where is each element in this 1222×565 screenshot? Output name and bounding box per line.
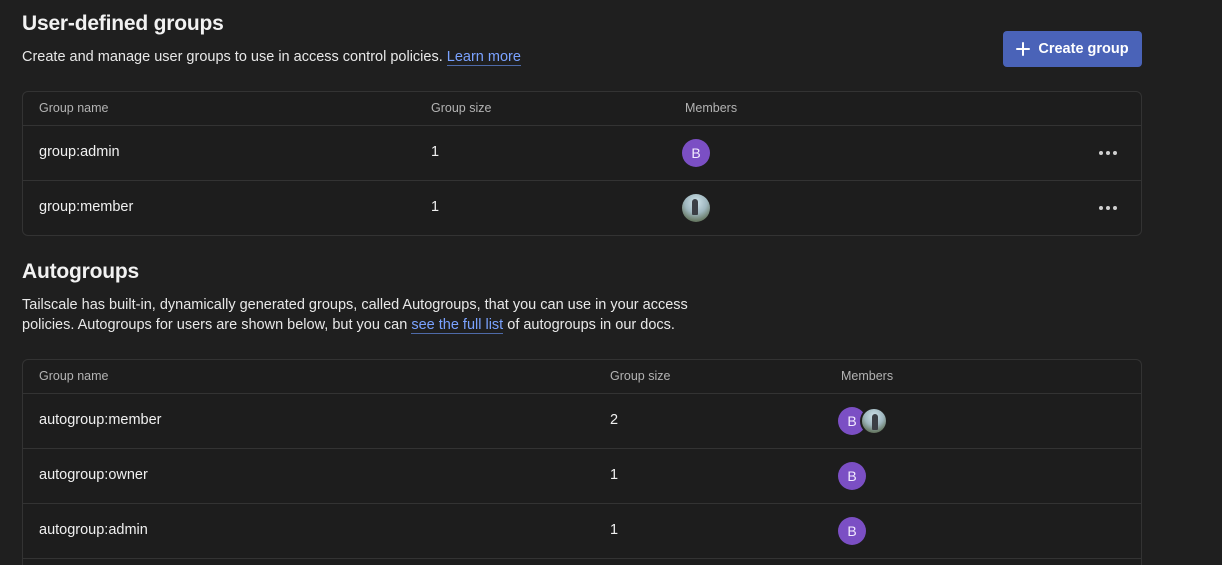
autogroups-title: Autogroups — [22, 260, 139, 283]
user-groups-table: Group name Group size Members group:admi… — [22, 91, 1142, 236]
members-avatars: B — [838, 407, 888, 435]
row-menu-button[interactable] — [1097, 143, 1119, 163]
group-name: autogroup:admin — [39, 522, 148, 538]
group-name: group:member — [39, 199, 134, 215]
more-dot — [1113, 206, 1117, 210]
avatar: B — [838, 462, 866, 490]
avatar-figure — [692, 199, 698, 215]
more-dot — [1113, 151, 1117, 155]
column-header-group-name: Group name — [39, 101, 109, 115]
group-name: group:admin — [39, 144, 120, 160]
column-header-group-name: Group name — [39, 369, 109, 383]
autogroups-description-suffix: of autogroups in our docs. — [507, 317, 675, 333]
table-row[interactable]: group:admin 1 B — [23, 126, 1141, 181]
group-size: 1 — [431, 199, 440, 215]
avatar-figure — [872, 414, 878, 430]
members-avatars: B — [682, 139, 710, 167]
table-row[interactable]: group:member 1 — [23, 181, 1141, 235]
group-name: autogroup:member — [39, 412, 162, 428]
autogroups-table: Group name Group size Members autogroup:… — [22, 359, 1142, 565]
avatar-photo — [682, 194, 710, 222]
members-avatars — [682, 194, 710, 222]
autogroups-description: Tailscale has built-in, dynamically gene… — [22, 295, 688, 335]
group-size: 2 — [610, 412, 619, 428]
column-header-members: Members — [685, 101, 738, 115]
more-dot — [1106, 151, 1110, 155]
more-horizontal-icon — [1099, 206, 1103, 210]
table-row: autogroup:member 2 B — [23, 394, 1141, 449]
user-groups-title: User-defined groups — [22, 12, 224, 35]
autogroups-description-line1: Tailscale has built-in, dynamically gene… — [22, 297, 688, 313]
create-group-button[interactable]: Create group — [1003, 31, 1142, 67]
group-name: autogroup:owner — [39, 467, 148, 483]
groups-page: User-defined groups Create and manage us… — [0, 0, 1222, 565]
table-row: autogroup:owner 1 B — [23, 449, 1141, 504]
group-size: 1 — [610, 467, 619, 483]
group-size: 1 — [431, 144, 440, 160]
table-header: Group name Group size Members — [23, 92, 1141, 126]
create-group-label: Create group — [1038, 41, 1129, 57]
more-horizontal-icon — [1099, 151, 1103, 155]
table-header: Group name Group size Members — [23, 360, 1141, 394]
members-avatars: B — [838, 462, 866, 490]
user-groups-description: Create and manage user groups to use in … — [22, 47, 521, 67]
avatar: B — [682, 139, 710, 167]
row-menu-button[interactable] — [1097, 198, 1119, 218]
avatar-photo — [860, 407, 888, 435]
column-header-members: Members — [841, 369, 894, 383]
members-avatars: B — [838, 517, 866, 545]
autogroups-description-prefix: policies. Autogroups for users are shown… — [22, 317, 408, 333]
column-header-group-size: Group size — [431, 101, 492, 115]
column-header-group-size: Group size — [610, 369, 671, 383]
user-groups-description-text: Create and manage user groups to use in … — [22, 49, 443, 65]
more-dot — [1106, 206, 1110, 210]
see-full-list-link[interactable]: see the full list — [411, 317, 504, 334]
table-row: autogroup:admin 1 B — [23, 504, 1141, 559]
learn-more-link[interactable]: Learn more — [446, 49, 521, 66]
group-size: 1 — [610, 522, 619, 538]
plus-icon — [1016, 42, 1031, 56]
avatar: B — [838, 517, 866, 545]
